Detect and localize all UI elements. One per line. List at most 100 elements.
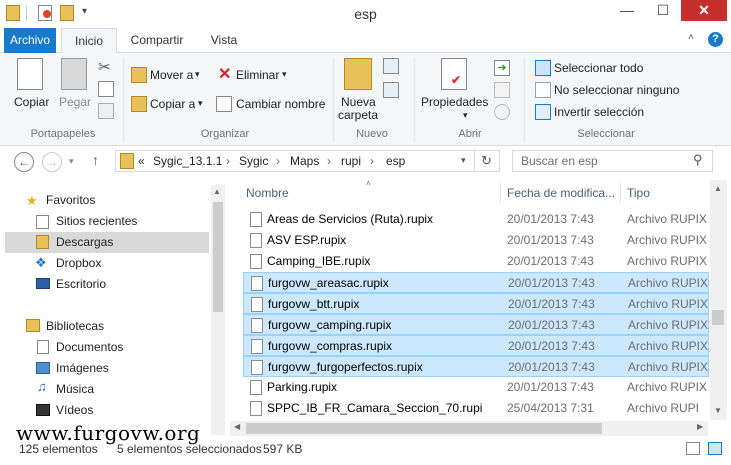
- back-button[interactable]: ←: [14, 152, 34, 172]
- help-icon[interactable]: ?: [708, 32, 723, 47]
- scroll-up-icon[interactable]: ▲: [714, 184, 722, 193]
- copy-button[interactable]: Copiar: [14, 95, 49, 109]
- breadcrumb-rupi[interactable]: rupi: [341, 154, 361, 168]
- file-name[interactable]: furgovw_furgoperfectos.rupix: [268, 357, 423, 378]
- nav-images[interactable]: Imágenes: [56, 358, 109, 379]
- file-name[interactable]: furgovw_camping.rupix: [268, 315, 391, 336]
- select-none-button[interactable]: No seleccionar ninguno: [554, 83, 679, 97]
- scroll-left-icon[interactable]: ◀: [234, 422, 240, 431]
- group-divider: [414, 57, 415, 143]
- cut-icon[interactable]: ✂: [98, 58, 111, 76]
- paste-button[interactable]: Pegar: [59, 95, 91, 109]
- file-name[interactable]: SPPC_IB_FR_Camara_Seccion_70.rupi: [267, 398, 482, 419]
- nav-scrollbar-thumb[interactable]: [213, 202, 223, 312]
- chevron-down-icon: ▾: [198, 98, 203, 108]
- breadcrumb-esp[interactable]: esp: [386, 154, 405, 168]
- breadcrumb-overflow[interactable]: «: [138, 154, 145, 168]
- file-name[interactable]: furgovw_compras.rupix: [268, 336, 392, 357]
- search-input[interactable]: Buscar en esp: [521, 154, 598, 168]
- invert-selection-button[interactable]: Invertir selección: [554, 105, 644, 119]
- search-box[interactable]: Buscar en esp ⚲: [512, 150, 713, 172]
- tab-vista[interactable]: Vista: [200, 28, 248, 53]
- tab-inicio[interactable]: Inicio: [61, 28, 117, 54]
- maximize-button[interactable]: ☐: [648, 0, 678, 21]
- refresh-icon[interactable]: ↻: [481, 153, 492, 169]
- scroll-right-icon[interactable]: ▶: [697, 422, 703, 431]
- file-name[interactable]: Parking.rupix: [267, 377, 337, 398]
- file-row[interactable]: furgovw_areasac.rupix 20/01/2013 7:43 Arch…: [243, 272, 709, 293]
- delete-button[interactable]: Eliminar: [236, 68, 279, 82]
- file-icon: [251, 360, 263, 375]
- collapse-ribbon-icon[interactable]: ˄: [688, 32, 694, 43]
- nav-libraries[interactable]: Bibliotecas: [46, 316, 104, 337]
- file-list-scrollbar[interactable]: [710, 180, 727, 420]
- tab-compartir[interactable]: Compartir: [124, 28, 190, 53]
- up-button[interactable]: ↑: [92, 152, 99, 168]
- file-name[interactable]: furgovw_areasac.rupix: [268, 273, 389, 294]
- forward-button[interactable]: →: [42, 152, 62, 172]
- file-date: 20/01/2013 7:43: [507, 380, 594, 394]
- file-row[interactable]: furgovw_btt.rupix 20/01/2013 7:43 Archivo …: [243, 293, 709, 314]
- minimize-button[interactable]: —: [612, 0, 642, 21]
- file-row[interactable]: SPPC_IB_FR_Camara_Seccion_70.rupi 25/04/2…: [243, 398, 709, 419]
- column-header-type[interactable]: Tipo: [627, 186, 650, 200]
- tab-archivo[interactable]: Archivo: [4, 28, 56, 53]
- new-item-icon[interactable]: [383, 58, 399, 74]
- group-divider: [333, 57, 334, 143]
- file-type: Archivo RUPIX: [627, 233, 708, 247]
- file-row[interactable]: Camping_IBE.rupix 20/01/2013 7:43 Archivo …: [243, 251, 709, 272]
- file-icon: [250, 233, 262, 248]
- open-icon[interactable]: ➜: [494, 60, 510, 76]
- column-divider[interactable]: [620, 183, 621, 203]
- new-folder-label-2[interactable]: carpeta: [338, 108, 378, 122]
- column-divider[interactable]: [500, 183, 501, 203]
- properties-button[interactable]: Propiedades: [421, 95, 488, 109]
- file-row[interactable]: Parking.rupix 20/01/2013 7:43 Archivo RUPI…: [243, 377, 709, 398]
- column-header-date[interactable]: Fecha de modifica...: [507, 186, 615, 200]
- file-row[interactable]: furgovw_compras.rupix 20/01/2013 7:43 Arch…: [243, 335, 709, 356]
- file-list-scrollbar-thumb[interactable]: [712, 310, 724, 325]
- file-name[interactable]: furgovw_btt.rupix: [268, 294, 359, 315]
- address-bar[interactable]: « Sygic_13.1.1 › Sygic › Maps › rupi › e…: [115, 150, 500, 172]
- file-name[interactable]: ASV ESP.rupix: [267, 230, 346, 251]
- nav-videos[interactable]: Vídeos: [56, 400, 93, 421]
- easy-access-icon[interactable]: [383, 82, 399, 98]
- column-header-name[interactable]: Nombre: [246, 186, 289, 200]
- nav-music[interactable]: Música: [56, 379, 94, 400]
- file-row[interactable]: ASV ESP.rupix 20/01/2013 7:43 Archivo RUPI…: [243, 230, 709, 251]
- rename-button[interactable]: Cambiar nombre: [236, 97, 325, 111]
- scroll-up-icon[interactable]: ▲: [213, 187, 221, 196]
- new-folder-label-1[interactable]: Nueva: [341, 95, 376, 109]
- close-button[interactable]: ✕: [681, 0, 727, 21]
- search-icon[interactable]: ⚲: [693, 152, 703, 168]
- large-icons-view-icon[interactable]: [708, 442, 722, 455]
- nav-desktop[interactable]: Escritorio: [56, 274, 106, 295]
- breadcrumb-sygic[interactable]: Sygic: [239, 154, 268, 168]
- select-all-button[interactable]: Seleccionar todo: [554, 61, 643, 75]
- file-name[interactable]: Camping_IBE.rupix: [267, 251, 370, 272]
- edit-icon[interactable]: [494, 82, 510, 98]
- scroll-down-icon[interactable]: ▼: [714, 406, 722, 415]
- nav-favorites[interactable]: Favoritos: [46, 190, 95, 211]
- breadcrumb-sygic-13[interactable]: Sygic_13.1.1: [153, 154, 222, 168]
- history-icon[interactable]: [494, 104, 510, 120]
- address-dropdown-icon[interactable]: ▾: [461, 155, 466, 166]
- recent-locations-icon[interactable]: ▾: [69, 156, 74, 167]
- file-row[interactable]: Areas de Servicios (Ruta).rupix 20/01/201…: [243, 209, 709, 230]
- details-view-icon[interactable]: [686, 442, 700, 455]
- file-row[interactable]: furgovw_furgoperfectos.rupix 20/01/2013 7…: [243, 356, 709, 377]
- file-row[interactable]: furgovw_camping.rupix 20/01/2013 7:43 Arch…: [243, 314, 709, 335]
- paste-shortcut-icon[interactable]: [98, 103, 114, 119]
- horizontal-scrollbar-thumb[interactable]: [246, 423, 602, 434]
- breadcrumb-maps[interactable]: Maps: [290, 154, 319, 168]
- file-name[interactable]: Areas de Servicios (Ruta).rupix: [267, 209, 433, 230]
- nav-dropbox[interactable]: Dropbox: [56, 253, 101, 274]
- nav-downloads[interactable]: Descargas: [56, 232, 113, 253]
- move-to-button[interactable]: Mover a: [150, 68, 193, 82]
- copy-path-icon[interactable]: [98, 81, 114, 97]
- copy-to-button[interactable]: Copiar a: [150, 97, 195, 111]
- watermark: www.furgovw.org: [16, 421, 201, 445]
- nav-recent-places[interactable]: Sitios recientes: [56, 211, 137, 232]
- nav-documents[interactable]: Documentos: [56, 337, 123, 358]
- dropbox-icon: ❖: [35, 255, 47, 270]
